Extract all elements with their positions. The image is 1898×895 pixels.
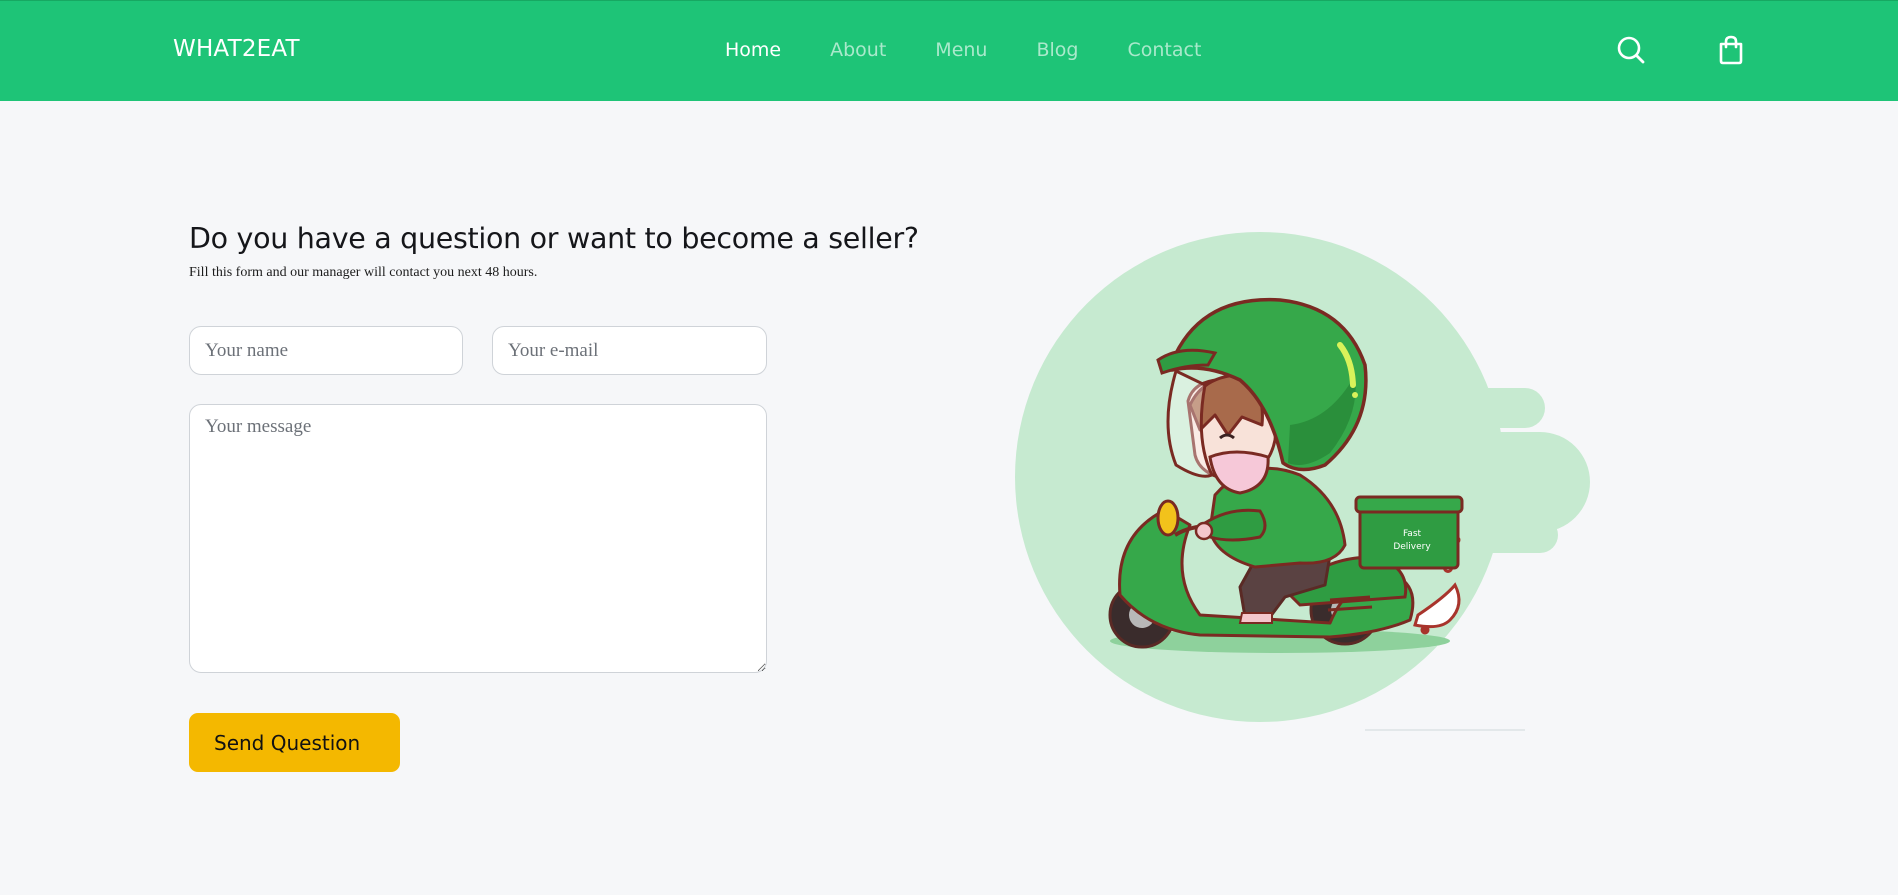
delivery-illustration: Fast Delivery (1015, 232, 1590, 731)
search-icon (1617, 36, 1645, 64)
nav-link-blog[interactable]: Blog (1036, 39, 1078, 61)
delivery-box-text-line2: Delivery (1393, 542, 1431, 552)
brand-logo[interactable]: WHAT2EAT (173, 36, 300, 62)
main-nav: Home About Menu Blog Contact (725, 39, 1250, 61)
delivery-box: Fast Delivery (1354, 495, 1464, 570)
contact-title: Do you have a question or want to become… (189, 222, 919, 255)
contact-subtitle: Fill this form and our manager will cont… (189, 265, 538, 280)
search-button[interactable] (1614, 33, 1648, 67)
nav-link-contact[interactable]: Contact (1127, 39, 1201, 61)
shopping-bag-icon (1719, 35, 1743, 65)
nav-link-about[interactable]: About (830, 39, 886, 61)
nav-link-menu[interactable]: Menu (935, 39, 987, 61)
send-question-button[interactable]: Send Question (189, 713, 400, 772)
cart-button[interactable] (1714, 33, 1748, 67)
nav-link-home[interactable]: Home (725, 39, 781, 61)
message-textarea[interactable] (189, 404, 767, 673)
delivery-box-text-line1: Fast (1403, 529, 1422, 539)
email-input[interactable] (492, 326, 767, 375)
top-navbar: WHAT2EAT Home About Menu Blog Contact (0, 0, 1898, 101)
name-input[interactable] (189, 326, 463, 375)
